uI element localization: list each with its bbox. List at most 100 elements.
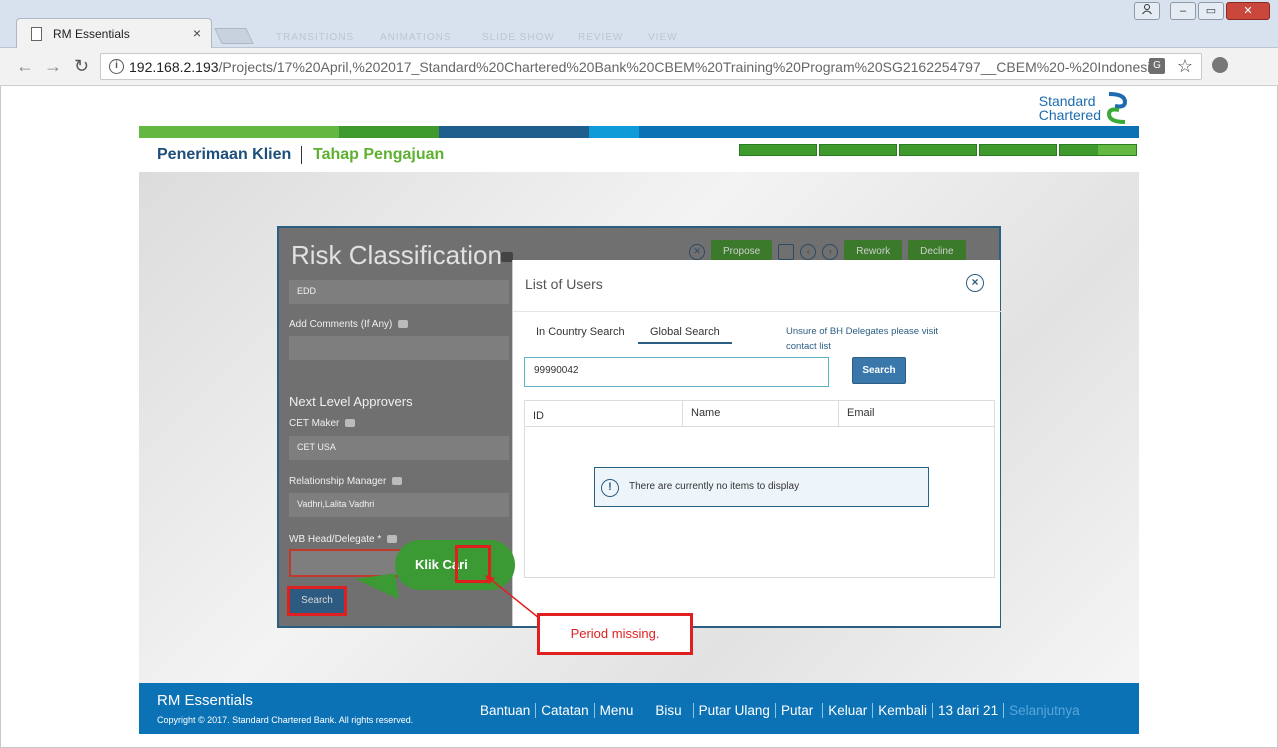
address-bar[interactable]: i 192.168.2.193/Projects/17%20April,%202… — [100, 53, 1202, 80]
maximize-icon[interactable]: ▭ — [1198, 2, 1224, 20]
window-close-icon[interactable]: ✕ — [1226, 2, 1270, 20]
modal-divider — [513, 311, 1001, 312]
comment-icon — [345, 419, 356, 428]
period-missing-note: Period missing. — [537, 613, 693, 655]
tab-in-country-search[interactable]: In Country Search — [536, 326, 625, 338]
page-indicator: 13 dari 21 — [938, 703, 999, 718]
forward-icon[interactable]: → — [44, 56, 62, 77]
users-grid: ID Name Email ! There are currently no i… — [524, 400, 995, 578]
wb-label: WB Head/Delegate * — [289, 534, 398, 545]
reload-icon[interactable]: ↻ — [74, 56, 89, 77]
modal-close-icon[interactable]: × — [966, 274, 984, 292]
minimize-icon[interactable]: – — [1170, 2, 1196, 20]
nav-help[interactable]: Bantuan — [475, 703, 535, 718]
footer-nav: Bantuan Catatan Menu Bisu Putar Ulang Pu… — [475, 703, 1085, 718]
comments-field[interactable] — [289, 336, 509, 360]
comment-icon — [392, 477, 403, 486]
callout-tail — [355, 573, 399, 605]
empty-state: ! There are currently no items to displa… — [594, 467, 929, 507]
column-email[interactable]: Email — [838, 401, 994, 427]
url-host: 192.168.2.193 — [129, 59, 219, 75]
rm-label: Relationship Manager — [289, 476, 403, 487]
title-divider — [301, 146, 302, 164]
grid-header: ID Name Email — [525, 401, 994, 427]
edd-field[interactable]: EDD — [289, 280, 509, 304]
progress-segment — [1059, 144, 1137, 156]
logo-text: Standard Chartered — [1039, 94, 1101, 122]
modal-search-button[interactable]: Search — [852, 357, 906, 384]
wb-search-button[interactable]: Search — [287, 586, 347, 616]
cet-maker-label-text: CET Maker — [289, 418, 340, 429]
brand-color-strip — [139, 126, 1139, 138]
logo-mark-icon — [1106, 92, 1128, 124]
tab-close-icon[interactable]: × — [193, 25, 201, 41]
extension-icon[interactable] — [1212, 57, 1228, 73]
section-title: Penerimaan Klien — [157, 146, 292, 163]
new-tab-button[interactable] — [214, 28, 254, 44]
back-icon[interactable]: ← — [16, 56, 34, 77]
page-icon — [31, 27, 42, 41]
contact-list-link[interactable]: Unsure of BH Delegates please visit cont… — [786, 324, 956, 354]
wb-label-text: WB Head/Delegate * — [289, 534, 382, 545]
risk-title: Risk Classification — [291, 240, 502, 270]
rm-label-text: Relationship Manager — [289, 476, 387, 487]
course-header: Standard Chartered — [139, 86, 1139, 126]
browser-tabstrip: RM Essentials × TRANSITIONS ANIMATIONS S… — [0, 0, 1278, 48]
bg-menu-item: REVIEW — [578, 32, 624, 43]
cet-maker-label: CET Maker — [289, 418, 356, 429]
url-path: /Projects/17%20April,%202017_Standard%20… — [218, 59, 1149, 75]
browser-tab[interactable]: RM Essentials × — [16, 18, 212, 48]
footer-title: RM Essentials — [157, 692, 253, 709]
nav-notes[interactable]: Catatan — [536, 703, 593, 718]
modal-title: List of Users — [525, 276, 603, 292]
cet-maker-field[interactable]: CET USA — [289, 436, 509, 460]
empty-message: There are currently no items to display — [629, 481, 800, 492]
bg-menu-item: TRANSITIONS — [276, 32, 355, 43]
comments-label-text: Add Comments (If Any) — [289, 319, 393, 330]
logo-line1: Standard — [1038, 93, 1096, 109]
column-name[interactable]: Name — [682, 401, 838, 427]
next-level-heading: Next Level Approvers — [289, 394, 413, 409]
comments-label: Add Comments (If Any) — [289, 319, 409, 330]
course-progress — [739, 144, 1137, 156]
bg-menu-item: VIEW — [648, 32, 678, 43]
standard-chartered-logo: Standard Chartered — [1039, 92, 1129, 124]
user-search-input[interactable]: 99990042 — [524, 357, 829, 387]
nav-next[interactable]: Selanjutnya — [1004, 703, 1085, 718]
translate-icon[interactable]: G — [1149, 58, 1165, 74]
nav-play[interactable]: Putar — [776, 703, 818, 718]
info-circle-icon: ! — [601, 479, 619, 497]
column-id[interactable]: ID — [525, 401, 682, 427]
close-circle-icon[interactable]: ✕ — [689, 244, 705, 260]
next-icon[interactable]: › — [822, 244, 839, 260]
rm-field[interactable]: Vadhri,Lalita Vadhri — [289, 493, 509, 517]
nav-exit[interactable]: Keluar — [823, 703, 872, 718]
stage-title: Tahap Pengajuan — [313, 146, 445, 163]
bg-menu-item: SLIDE SHOW — [482, 32, 555, 43]
prev-icon[interactable]: ‹ — [800, 244, 817, 260]
save-icon[interactable] — [778, 244, 795, 260]
tab-title: RM Essentials — [53, 27, 130, 41]
info-icon[interactable]: i — [109, 59, 124, 74]
progress-segment — [979, 144, 1057, 156]
bg-menu-item: ANIMATIONS — [380, 32, 452, 43]
user-icon[interactable] — [1134, 2, 1160, 20]
nav-back[interactable]: Kembali — [873, 703, 932, 718]
comment-icon — [387, 535, 398, 544]
tab-global-search[interactable]: Global Search — [638, 326, 732, 344]
nav-mute[interactable]: Bisu — [650, 703, 686, 718]
comment-icon — [398, 320, 409, 329]
footer-copyright: Copyright © 2017. Standard Chartered Ban… — [157, 715, 414, 725]
logo-line2: Chartered — [1038, 107, 1101, 123]
nav-menu[interactable]: Menu — [595, 703, 639, 718]
nav-replay[interactable]: Putar Ulang — [694, 703, 775, 718]
progress-segment — [819, 144, 897, 156]
bookmark-star-icon[interactable]: ☆ — [1177, 56, 1193, 77]
window-controls: – ▭ ✕ — [1134, 2, 1270, 20]
progress-segment — [739, 144, 817, 156]
progress-segment — [899, 144, 977, 156]
url-text[interactable]: 192.168.2.193/Projects/17%20April,%20201… — [129, 59, 1149, 75]
list-of-users-modal: List of Users × In Country Search Global… — [512, 260, 1001, 626]
course-footer: RM Essentials Copyright © 2017. Standard… — [139, 683, 1139, 734]
browser-toolbar: ← → ↻ i 192.168.2.193/Projects/17%20Apri… — [0, 48, 1278, 123]
